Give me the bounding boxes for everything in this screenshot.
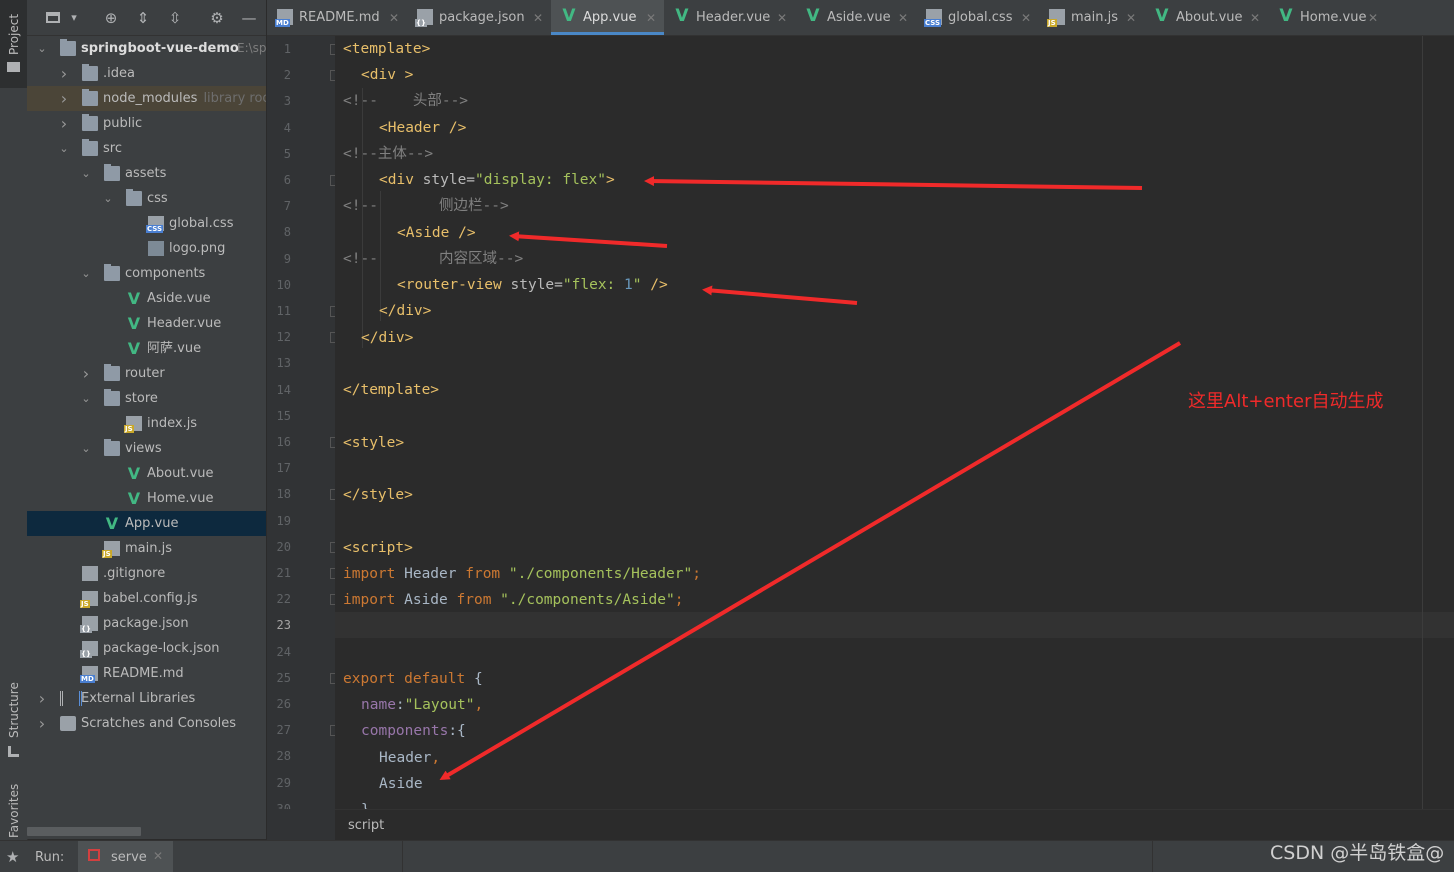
- close-icon[interactable]: ✕: [153, 849, 163, 863]
- run-config-label: serve: [111, 850, 147, 865]
- npm-run-icon: [88, 849, 100, 861]
- arrow-to-aside: [509, 231, 668, 248]
- divider: [402, 841, 403, 872]
- divider: [1152, 841, 1153, 872]
- annotation-text: 这里Alt+enter自动生成: [1188, 391, 1384, 412]
- star-icon[interactable]: ★: [6, 848, 19, 866]
- run-tool-bar: ★ Run: serve ✕: [0, 840, 1454, 872]
- run-label: Run:: [35, 850, 65, 865]
- arrow-to-components-aside: [439, 341, 1182, 781]
- arrow-to-router-view: [702, 285, 858, 305]
- arrow-to-div-flex: [644, 176, 1143, 190]
- run-config-tab[interactable]: serve ✕: [78, 841, 173, 872]
- watermark: CSDN @半岛铁盒@: [1270, 842, 1445, 864]
- annotation-arrows: [439, 176, 1182, 781]
